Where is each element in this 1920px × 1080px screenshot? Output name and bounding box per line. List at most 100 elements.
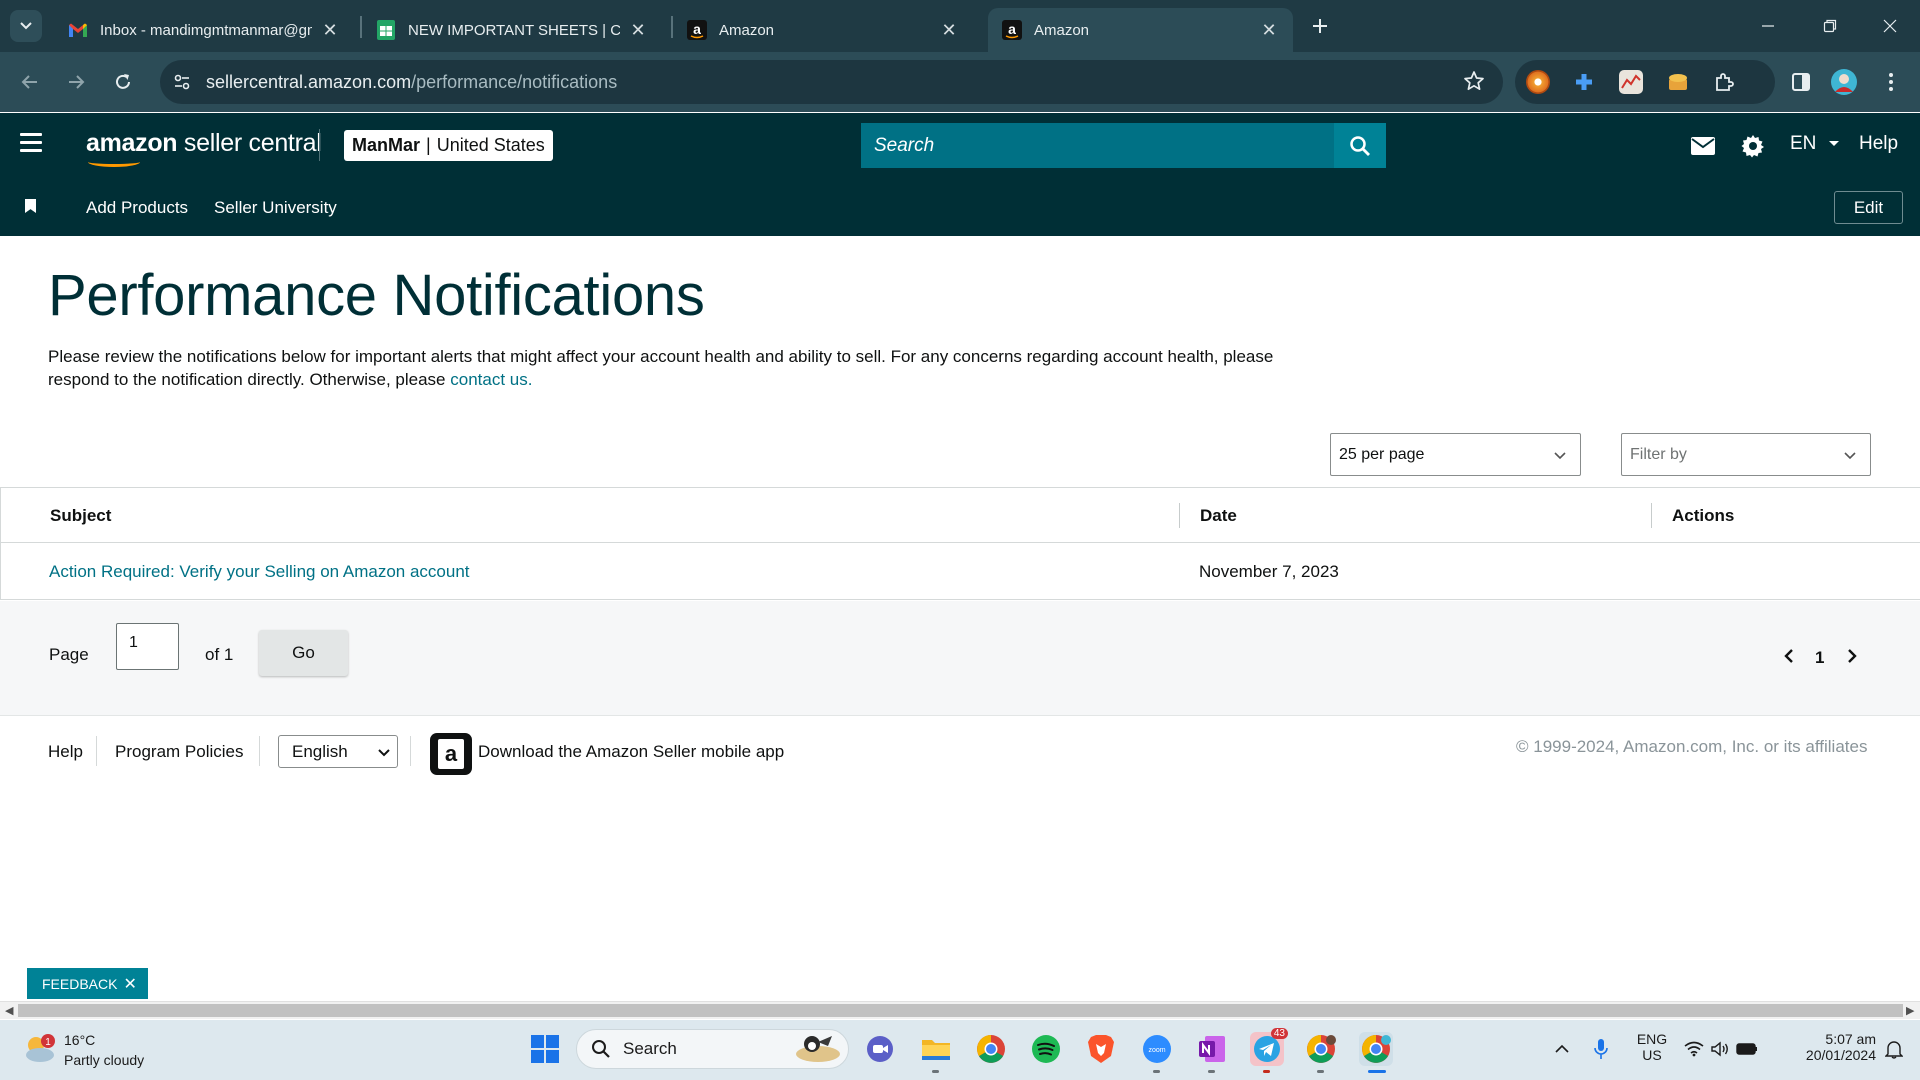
taskbar-chrome-active[interactable] bbox=[1359, 1032, 1393, 1066]
notification-subject-link[interactable]: Action Required: Verify your Selling on … bbox=[49, 562, 470, 582]
microphone-button[interactable] bbox=[1584, 1032, 1618, 1066]
extension-blue-plus-icon[interactable] bbox=[1572, 70, 1596, 94]
scroll-left-icon[interactable]: ◀ bbox=[5, 1004, 13, 1017]
minimize-button[interactable] bbox=[1748, 10, 1788, 42]
taskbar-spotify[interactable] bbox=[1029, 1032, 1063, 1066]
taskbar-brave[interactable] bbox=[1084, 1032, 1118, 1066]
close-icon[interactable]: ✕ bbox=[1259, 20, 1279, 40]
subnav-add-products[interactable]: Add Products bbox=[86, 198, 188, 218]
taskbar-search[interactable]: Search bbox=[576, 1029, 849, 1069]
help-link[interactable]: Help bbox=[1859, 133, 1898, 155]
close-icon[interactable]: ✕ bbox=[123, 974, 136, 994]
seller-central-logo[interactable]: amazon seller central bbox=[86, 129, 322, 167]
horizontal-scrollbar[interactable]: ◀ ▶ bbox=[0, 1001, 1920, 1019]
close-icon[interactable]: ✕ bbox=[939, 20, 959, 40]
previous-page-button[interactable] bbox=[1782, 648, 1796, 669]
logo-bold: amazon bbox=[86, 129, 178, 157]
clock-date: 20/01/2024 bbox=[1805, 1047, 1876, 1063]
new-tab-button[interactable] bbox=[1306, 12, 1334, 40]
search-button[interactable] bbox=[1334, 123, 1386, 168]
close-icon[interactable]: ✕ bbox=[320, 20, 340, 40]
taskbar-telegram[interactable]: 43 bbox=[1250, 1028, 1288, 1066]
reload-button[interactable] bbox=[107, 66, 139, 98]
windows-start-button[interactable] bbox=[528, 1032, 562, 1066]
footer-language-select[interactable]: English bbox=[278, 735, 398, 768]
weather-widget[interactable]: 1 bbox=[22, 1031, 58, 1065]
chevron-down-icon bbox=[20, 22, 32, 30]
next-page-button[interactable] bbox=[1845, 648, 1859, 669]
subnav-seller-university[interactable]: Seller University bbox=[214, 198, 337, 218]
header-subject[interactable]: Subject bbox=[50, 506, 111, 526]
header-date[interactable]: Date bbox=[1200, 506, 1237, 526]
site-settings-icon[interactable] bbox=[162, 62, 202, 102]
active-indicator bbox=[1368, 1070, 1386, 1073]
bookmark-icon[interactable] bbox=[25, 199, 36, 213]
url-text: sellercentral.amazon.com/performance/not… bbox=[206, 72, 617, 93]
bookmark-star-icon[interactable] bbox=[1463, 70, 1485, 98]
taskbar-file-explorer[interactable] bbox=[919, 1032, 953, 1066]
mail-button[interactable] bbox=[1689, 132, 1717, 160]
program-policies-link[interactable]: Program Policies bbox=[115, 742, 244, 762]
restore-button[interactable] bbox=[1810, 10, 1850, 42]
close-icon[interactable]: ✕ bbox=[628, 20, 648, 40]
notification-date: November 7, 2023 bbox=[1199, 562, 1339, 581]
feedback-button[interactable]: FEEDBACK ✕ bbox=[27, 968, 148, 999]
language-label: EN bbox=[1790, 133, 1817, 154]
clock[interactable]: 5:07 am 20/01/2024 bbox=[1780, 1031, 1876, 1063]
url-path: /performance/notifications bbox=[411, 71, 618, 92]
video-chat-icon bbox=[867, 1036, 893, 1062]
seller-central-subnav: Add Products Seller University Edit bbox=[0, 177, 1920, 236]
filter-select[interactable]: Filter by bbox=[1621, 433, 1871, 476]
taskbar-onenote[interactable] bbox=[1195, 1032, 1229, 1066]
extension-orange-icon[interactable] bbox=[1526, 70, 1550, 94]
store-switcher-button[interactable]: ManMar | United States bbox=[344, 130, 553, 161]
logo-rest: seller central bbox=[177, 129, 322, 157]
extension-keepa-icon[interactable] bbox=[1619, 70, 1643, 94]
close-icon bbox=[1883, 19, 1897, 33]
tab-gmail[interactable]: Inbox - mandimgmtmanmar@gmail.com ✕ bbox=[54, 8, 354, 52]
forward-button[interactable] bbox=[60, 66, 92, 98]
current-page[interactable]: 1 bbox=[1815, 648, 1824, 668]
extension-honey-icon[interactable] bbox=[1666, 70, 1690, 94]
scroll-right-icon[interactable]: ▶ bbox=[1906, 1004, 1914, 1017]
taskbar-chrome-profile[interactable] bbox=[1304, 1032, 1338, 1066]
amazon-seller-app-icon[interactable]: a bbox=[430, 733, 472, 775]
extensions-puzzle-icon[interactable] bbox=[1712, 70, 1736, 94]
settings-button[interactable] bbox=[1739, 132, 1767, 160]
page-label: Page bbox=[49, 645, 89, 664]
edit-bookmarks-button[interactable]: Edit bbox=[1834, 191, 1903, 224]
tab-amazon-1[interactable]: a Amazon ✕ bbox=[673, 8, 973, 52]
close-window-button[interactable] bbox=[1870, 10, 1910, 42]
input-language[interactable]: ENG US bbox=[1634, 1031, 1670, 1063]
language-selector[interactable]: EN bbox=[1790, 133, 1840, 155]
tab-search-button[interactable] bbox=[10, 10, 42, 42]
extensions-group bbox=[1515, 60, 1775, 104]
svg-text:zoom: zoom bbox=[1148, 1047, 1165, 1054]
search-icon bbox=[592, 1040, 610, 1058]
system-status-button[interactable] bbox=[1682, 1032, 1760, 1066]
search-input[interactable]: Search bbox=[861, 123, 1334, 168]
contact-us-link[interactable]: contact us. bbox=[450, 370, 532, 389]
per-page-select[interactable]: 25 per page bbox=[1330, 433, 1581, 476]
taskbar-zoom[interactable]: zoom bbox=[1140, 1032, 1174, 1066]
taskbar-chrome[interactable] bbox=[974, 1032, 1008, 1066]
address-bar[interactable]: sellercentral.amazon.com/performance/not… bbox=[160, 60, 1503, 104]
profile-avatar-button[interactable] bbox=[1828, 66, 1860, 98]
gear-icon bbox=[1741, 135, 1764, 158]
tab-sheets[interactable]: NEW IMPORTANT SHEETS | Cyril - Google Sh… bbox=[362, 8, 662, 52]
show-hidden-icons-button[interactable] bbox=[1545, 1032, 1579, 1066]
download-app-link[interactable]: Download the Amazon Seller mobile app bbox=[478, 742, 784, 762]
side-panel-button[interactable] bbox=[1785, 66, 1817, 98]
taskbar-meet-app[interactable] bbox=[863, 1032, 897, 1066]
scrollbar-thumb[interactable] bbox=[18, 1004, 1903, 1017]
notifications-button[interactable] bbox=[1877, 1032, 1911, 1066]
running-indicator bbox=[1317, 1070, 1324, 1073]
footer-help-link[interactable]: Help bbox=[48, 742, 83, 762]
hamburger-menu-icon[interactable] bbox=[20, 133, 42, 157]
go-button[interactable]: Go bbox=[259, 630, 348, 676]
back-button[interactable] bbox=[14, 66, 46, 98]
browser-menu-button[interactable] bbox=[1875, 66, 1907, 98]
tab-amazon-active[interactable]: a Amazon ✕ bbox=[988, 8, 1293, 52]
amazon-icon: a bbox=[1002, 20, 1022, 40]
page-number-input[interactable]: 1 bbox=[116, 623, 179, 670]
